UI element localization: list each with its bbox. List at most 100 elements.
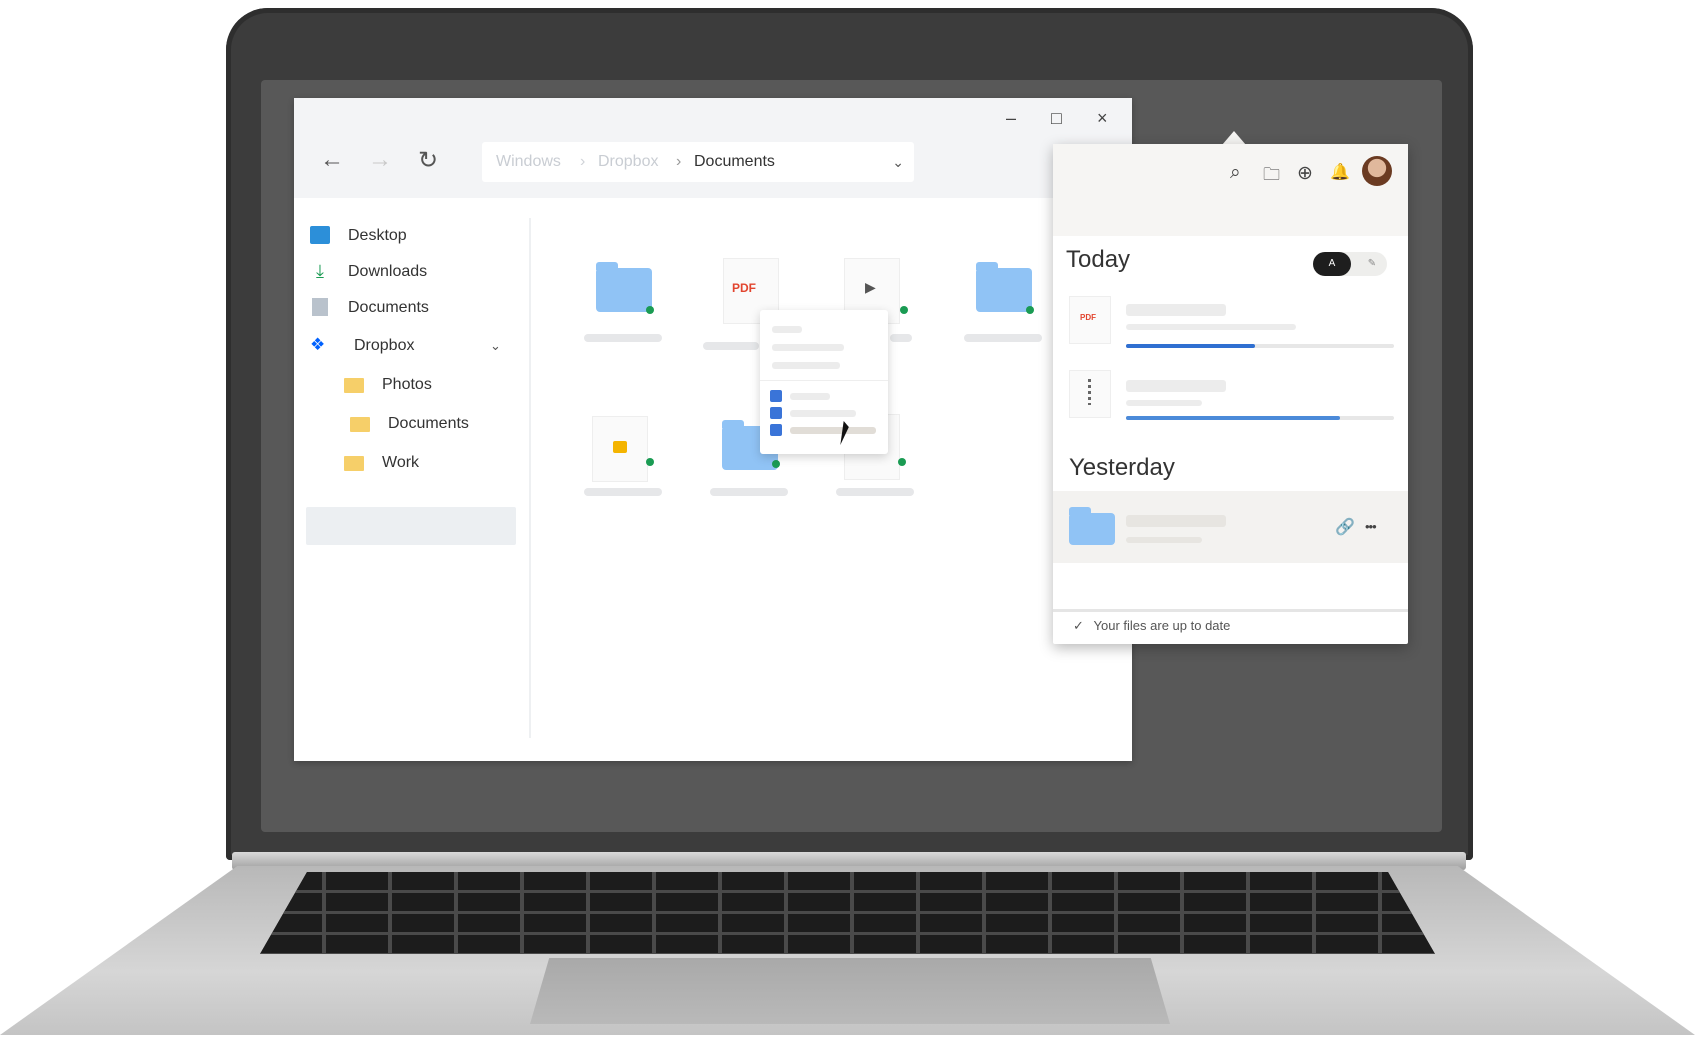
sidebar-item-documents[interactable]: Documents <box>310 291 510 325</box>
folder-icon[interactable]: 🗀 <box>1263 162 1280 191</box>
sidebar-item-label: Documents <box>388 415 469 432</box>
file-name-placeholder <box>836 488 914 496</box>
breadcrumb-item[interactable]: Windows <box>496 142 561 182</box>
chevron-down-icon[interactable]: ⌄ <box>490 329 501 363</box>
file-explorer-window: – □ × ← → ↻ Windows › Dropbox › Document… <box>294 98 1132 761</box>
menu-item[interactable] <box>772 344 844 351</box>
checkbox-icon[interactable] <box>770 424 782 436</box>
panel-header: ⌕ 🗀 ⊕ 🔔 <box>1053 144 1408 236</box>
sidebar-item-desktop[interactable]: Desktop <box>310 219 510 253</box>
sidebar-item-label: Dropbox <box>354 337 415 354</box>
globe-icon[interactable]: ⊕ <box>1297 162 1313 185</box>
breadcrumb-separator: › <box>676 153 682 170</box>
dropbox-panel: ⌕ 🗀 ⊕ 🔔 Today A ✎ PDF Yesterday 🔗 ••• ✓ … <box>1053 144 1408 644</box>
sync-status-icon <box>898 458 906 466</box>
sync-status-icon <box>646 458 654 466</box>
zip-file-icon <box>1069 370 1111 418</box>
more-options-icon[interactable]: ••• <box>1365 519 1377 534</box>
upload-progress-bar <box>1126 344 1394 348</box>
file-detail-placeholder <box>1126 537 1202 543</box>
folder-icon[interactable] <box>596 262 652 312</box>
sidebar-item-documents-folder[interactable]: Documents <box>350 407 520 441</box>
file-name-placeholder <box>703 342 759 350</box>
desktop-icon <box>310 226 330 244</box>
file-name-placeholder <box>964 334 1042 342</box>
slides-icon <box>613 441 627 453</box>
trackpad <box>530 958 1170 1024</box>
file-name-placeholder <box>584 488 662 496</box>
sidebar-item-work[interactable]: Work <box>344 446 514 480</box>
maximize-button[interactable]: □ <box>1051 108 1062 129</box>
list-item[interactable]: 🔗 ••• <box>1053 491 1408 563</box>
sidebar-item-label: Desktop <box>348 227 407 244</box>
context-menu[interactable] <box>760 310 888 454</box>
sync-status-icon <box>900 306 908 314</box>
sidebar-item-downloads[interactable]: ⤓ Downloads <box>310 255 510 289</box>
sync-status-icon <box>772 460 780 468</box>
view-toggle[interactable]: A ✎ <box>1313 252 1387 276</box>
forward-button[interactable]: → <box>368 146 392 174</box>
menu-item[interactable] <box>790 393 830 400</box>
pdf-label: PDF <box>732 281 756 295</box>
today-heading: Today <box>1066 246 1131 273</box>
checkbox-icon[interactable] <box>770 407 782 419</box>
pane-divider <box>529 218 531 738</box>
refresh-button[interactable]: ↻ <box>418 146 438 175</box>
bell-icon[interactable]: 🔔 <box>1330 162 1350 182</box>
zipper-icon <box>1088 379 1091 405</box>
explorer-titlebar: – □ × ← → ↻ Windows › Dropbox › Document… <box>294 98 1132 198</box>
file-name-placeholder <box>1126 304 1226 316</box>
file-name-placeholder <box>890 334 912 342</box>
panel-footer-divider <box>1053 609 1408 612</box>
avatar[interactable] <box>1362 156 1392 186</box>
panel-caret <box>1222 131 1246 145</box>
download-icon: ⤓ <box>316 261 324 281</box>
sidebar-item-label: Work <box>382 454 420 471</box>
check-icon: ✓ <box>1073 618 1084 633</box>
close-button[interactable]: × <box>1097 108 1108 129</box>
slides-file-icon[interactable] <box>592 416 648 482</box>
sidebar-item-dropbox[interactable]: ❖ Dropbox ⌄ <box>310 329 510 363</box>
navigation-pane: Desktop ⤓ Downloads Documents ❖ Dropbox … <box>294 198 529 761</box>
menu-item[interactable] <box>772 326 802 333</box>
minimize-button[interactable]: – <box>1006 108 1016 129</box>
upload-progress-bar <box>1126 416 1394 420</box>
file-detail-placeholder <box>1126 324 1296 330</box>
sync-status-icon <box>1026 306 1034 314</box>
dropbox-icon: ❖ <box>310 335 326 354</box>
documents-icon <box>312 298 328 316</box>
progress-fill <box>1126 344 1255 348</box>
keyboard-rows <box>260 872 1435 954</box>
play-icon: ▶ <box>865 279 876 295</box>
edit-icon[interactable]: ✎ <box>1357 252 1387 276</box>
file-name-placeholder <box>1126 515 1226 527</box>
sidebar-item-label: Downloads <box>348 263 428 280</box>
menu-item-hovered[interactable] <box>790 427 876 434</box>
menu-item[interactable] <box>790 410 856 417</box>
progress-fill <box>1126 416 1341 420</box>
folder-icon <box>1069 507 1115 545</box>
back-button[interactable]: ← <box>320 146 344 174</box>
file-name-placeholder <box>710 488 788 496</box>
link-icon[interactable]: 🔗 <box>1335 517 1355 537</box>
search-icon[interactable]: ⌕ <box>1230 162 1241 184</box>
chevron-down-icon[interactable]: ⌄ <box>892 142 904 182</box>
yesterday-heading: Yesterday <box>1069 454 1175 481</box>
file-name-placeholder <box>584 334 662 342</box>
sync-status: ✓ Your files are up to date <box>1073 618 1230 634</box>
breadcrumb-current[interactable]: Documents <box>694 142 775 182</box>
sidebar-item-label: Documents <box>348 299 429 316</box>
toggle-option-active[interactable]: A <box>1313 252 1351 276</box>
address-bar[interactable]: Windows › Dropbox › Documents ⌄ <box>482 142 914 182</box>
checkbox-icon[interactable] <box>770 390 782 402</box>
sidebar-item-label: Photos <box>382 376 432 393</box>
pdf-label: PDF <box>1080 313 1096 322</box>
file-name-placeholder <box>1126 380 1226 392</box>
folder-icon[interactable] <box>976 262 1032 312</box>
file-detail-placeholder <box>1126 400 1202 406</box>
menu-item[interactable] <box>772 362 840 369</box>
sidebar-item-photos[interactable]: Photos <box>344 368 514 402</box>
sync-status-text: Your files are up to date <box>1093 618 1231 633</box>
breadcrumb-separator: › <box>580 153 586 170</box>
breadcrumb-item[interactable]: Dropbox <box>598 142 658 182</box>
